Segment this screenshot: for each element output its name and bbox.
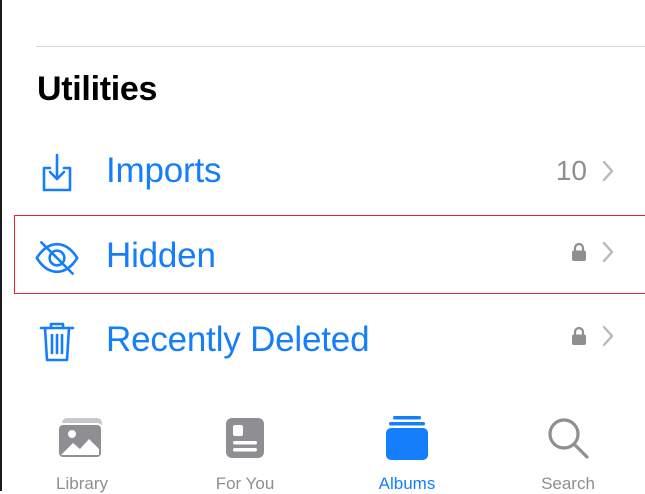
search-icon — [508, 410, 628, 466]
album-count: 10 — [555, 155, 587, 186]
selection-highlight-box — [14, 215, 645, 294]
lock-icon — [572, 326, 586, 345]
album-row-recently-deleted[interactable]: Recently Deleted — [0, 300, 645, 384]
tab-bar: Library For You Albums Search — [0, 410, 645, 493]
library-icon — [22, 410, 142, 466]
tab-label: Search — [541, 474, 595, 493]
tab-label: Albums — [378, 474, 436, 493]
for-you-icon — [185, 410, 305, 466]
tab-label: Library — [56, 474, 108, 493]
import-icon — [34, 150, 80, 196]
chevron-right-icon — [602, 160, 614, 182]
album-row-imports[interactable]: Imports 10 — [0, 131, 645, 215]
tab-label: For You — [215, 474, 275, 493]
tab-search[interactable]: Search — [508, 410, 628, 493]
chevron-right-icon — [602, 325, 614, 347]
album-row-label: Recently Deleted — [106, 320, 370, 359]
section-title-utilities: Utilities — [37, 70, 158, 108]
album-row-label: Imports — [106, 151, 222, 190]
trash-icon — [34, 319, 80, 365]
section-divider — [36, 46, 645, 47]
tab-library[interactable]: Library — [22, 410, 142, 493]
tab-albums[interactable]: Albums — [347, 410, 467, 493]
tab-for-you[interactable]: For You — [185, 410, 305, 493]
albums-icon — [347, 410, 467, 466]
